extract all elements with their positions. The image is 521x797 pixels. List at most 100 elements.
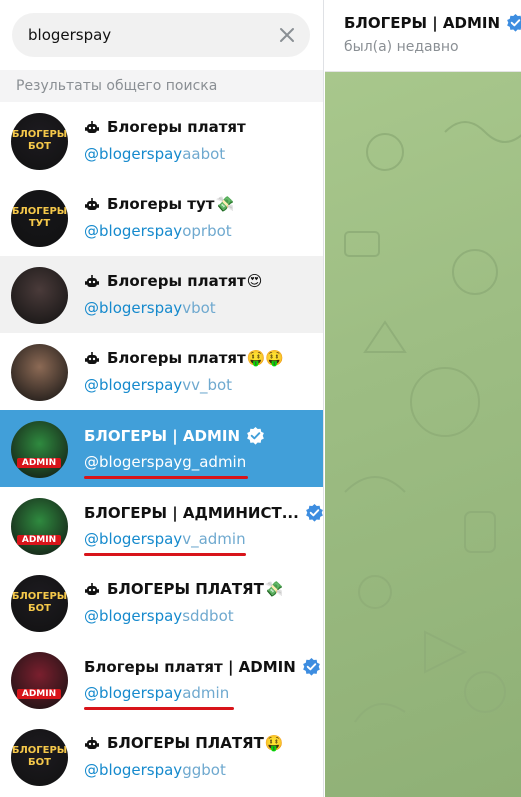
result-username: @blogerspayaabot bbox=[84, 145, 225, 163]
result-title: Блогеры тут 💸 bbox=[84, 195, 234, 213]
username-match: @blogerspay bbox=[84, 222, 183, 240]
result-title-text: Блогеры платят | ADMIN bbox=[84, 657, 296, 676]
result-title: БЛОГЕРЫ | ADMIN bbox=[84, 426, 265, 445]
search-result-row[interactable]: БЛОГЕРЫ БОТ Блогеры платят @blogerspayaabo… bbox=[0, 102, 323, 179]
search-results-panel: Результаты общего поиска БЛОГЕРЫ БОТ Блог… bbox=[0, 0, 324, 797]
bot-icon bbox=[85, 352, 99, 364]
search-box[interactable] bbox=[12, 13, 310, 57]
result-title: Блогеры платят | ADMIN bbox=[84, 657, 321, 676]
result-username: @blogerspayvbot bbox=[84, 299, 216, 317]
result-username: @blogerspayggbot bbox=[84, 761, 226, 779]
username-rest: ggbot bbox=[182, 761, 226, 779]
chat-header[interactable]: БЛОГЕРЫ | ADMIN был(а) недавно bbox=[325, 0, 521, 72]
result-username: @blogerspayvv_bot bbox=[84, 376, 232, 394]
result-title: Блогеры платят bbox=[84, 118, 246, 136]
result-title-text: БЛОГЕРЫ ПЛАТЯТ bbox=[107, 734, 264, 752]
username-match: @blogerspay bbox=[84, 145, 183, 163]
username-rest: aabot bbox=[182, 145, 226, 163]
annotation-underline bbox=[84, 476, 248, 479]
bot-icon bbox=[85, 275, 99, 287]
verified-icon bbox=[507, 13, 521, 32]
bot-icon bbox=[85, 198, 99, 210]
username-rest: sddbot bbox=[182, 607, 234, 625]
avatar bbox=[11, 267, 68, 324]
search-result-row[interactable]: ADMIN Блогеры платят | ADMIN @blogerspayad… bbox=[0, 641, 323, 718]
username-match: @blogerspay bbox=[84, 530, 183, 548]
username-rest: admin bbox=[182, 684, 230, 702]
result-username: @blogerspayg_admin bbox=[84, 453, 246, 471]
username-match: @blogerspay bbox=[84, 376, 183, 394]
emoji: 🤑 bbox=[264, 734, 284, 752]
avatar: БЛОГЕРЫ БОТ bbox=[11, 575, 68, 632]
result-title-text: Блогеры платят bbox=[107, 272, 246, 290]
search-result-row[interactable]: Блогеры платят 😍 @blogerspayvbot bbox=[0, 256, 323, 333]
avatar-label: БЛОГЕРЫ БОТ bbox=[11, 129, 68, 152]
chat-panel: БЛОГЕРЫ | ADMIN был(а) недавно bbox=[325, 0, 521, 797]
annotation-underline bbox=[84, 707, 234, 710]
result-title: БЛОГЕРЫ | АДМИНИСТ... bbox=[84, 503, 323, 522]
result-username: @blogerspayv_admin bbox=[84, 530, 246, 548]
username-match: @blogerspay bbox=[84, 453, 183, 471]
avatar-label: БЛОГЕРЫ БОТ bbox=[11, 745, 68, 768]
result-title: Блогеры платят 🤑🤑 bbox=[84, 349, 284, 367]
username-match: @blogerspay bbox=[84, 607, 183, 625]
avatar-label: БЛОГЕРЫ БОТ bbox=[11, 591, 68, 614]
avatar: БЛОГЕРЫ БОТ bbox=[11, 729, 68, 786]
emoji: 🤑🤑 bbox=[246, 349, 285, 367]
avatar: ADMIN bbox=[11, 498, 68, 555]
search-result-row[interactable]: ADMIN БЛОГЕРЫ | АДМИНИСТ... @blogerspayv_a… bbox=[0, 487, 323, 564]
search-result-row[interactable]: Блогеры платят 🤑🤑 @blogerspayvv_bot bbox=[0, 333, 323, 410]
chat-title-text: БЛОГЕРЫ | ADMIN bbox=[344, 13, 501, 32]
avatar: БЛОГЕРЫ БОТ bbox=[11, 113, 68, 170]
avatar-label: БЛОГЕРЫ ТУТ bbox=[11, 206, 68, 229]
result-username: @blogerspayadmin bbox=[84, 684, 229, 702]
emoji: 💸 bbox=[215, 195, 235, 213]
chat-title: БЛОГЕРЫ | ADMIN bbox=[344, 13, 521, 32]
search-result-row[interactable]: БЛОГЕРЫ БОТ БЛОГЕРЫ ПЛАТЯТ 🤑 @blogerspayggb… bbox=[0, 718, 323, 795]
emoji: 💸 bbox=[264, 580, 284, 598]
result-title-text: БЛОГЕРЫ | АДМИНИСТ... bbox=[84, 503, 299, 522]
avatar: БЛОГЕРЫ ТУТ bbox=[11, 190, 68, 247]
avatar: ADMIN bbox=[11, 652, 68, 709]
verified-icon bbox=[305, 503, 323, 522]
username-rest: vv_bot bbox=[182, 376, 233, 394]
avatar-label: ADMIN bbox=[17, 458, 61, 468]
emoji: 😍 bbox=[246, 272, 263, 290]
result-title-text: БЛОГЕРЫ | ADMIN bbox=[84, 426, 241, 445]
result-title: БЛОГЕРЫ ПЛАТЯТ 🤑 bbox=[84, 734, 284, 752]
results-list: БЛОГЕРЫ БОТ Блогеры платят @blogerspayaabo… bbox=[0, 102, 323, 795]
verified-icon bbox=[247, 426, 264, 445]
section-header: Результаты общего поиска bbox=[0, 70, 323, 102]
username-match: @blogerspay bbox=[84, 761, 183, 779]
verified-icon bbox=[302, 657, 320, 676]
bot-icon bbox=[85, 583, 99, 595]
wallpaper-doodles bbox=[344, 121, 521, 723]
chat-status: был(а) недавно bbox=[344, 39, 459, 55]
result-username: @blogerspayoprbot bbox=[84, 222, 232, 240]
result-title-text: БЛОГЕРЫ ПЛАТЯТ bbox=[107, 580, 264, 598]
result-title-text: Блогеры тут bbox=[107, 195, 215, 213]
search-result-row[interactable]: БЛОГЕРЫ БОТ БЛОГЕРЫ ПЛАТЯТ 💸 @blogerspaysdd… bbox=[0, 564, 323, 641]
result-title-text: Блогеры платят bbox=[107, 118, 246, 136]
avatar-label: ADMIN bbox=[17, 535, 61, 545]
chat-background bbox=[325, 72, 521, 797]
search-input[interactable] bbox=[28, 13, 268, 57]
bot-icon bbox=[85, 121, 99, 133]
bot-icon bbox=[85, 737, 99, 749]
username-rest: v_admin bbox=[182, 530, 246, 548]
username-match: @blogerspay bbox=[84, 684, 183, 702]
username-rest: vbot bbox=[182, 299, 216, 317]
username-match: @blogerspay bbox=[84, 299, 183, 317]
search-result-row[interactable]: ADMIN БЛОГЕРЫ | ADMIN @blogerspayg_admin bbox=[0, 410, 323, 487]
avatar-label: ADMIN bbox=[17, 689, 61, 699]
result-title: Блогеры платят 😍 bbox=[84, 272, 262, 290]
username-rest: oprbot bbox=[182, 222, 232, 240]
search-result-row[interactable]: БЛОГЕРЫ ТУТ Блогеры тут 💸 @blogerspayoprbot bbox=[0, 179, 323, 256]
result-title: БЛОГЕРЫ ПЛАТЯТ 💸 bbox=[84, 580, 284, 598]
result-username: @blogerspaysddbot bbox=[84, 607, 234, 625]
close-icon[interactable] bbox=[276, 24, 298, 46]
annotation-underline bbox=[84, 553, 246, 556]
avatar bbox=[11, 344, 68, 401]
result-title-text: Блогеры платят bbox=[107, 349, 246, 367]
username-rest: g_admin bbox=[182, 453, 247, 471]
